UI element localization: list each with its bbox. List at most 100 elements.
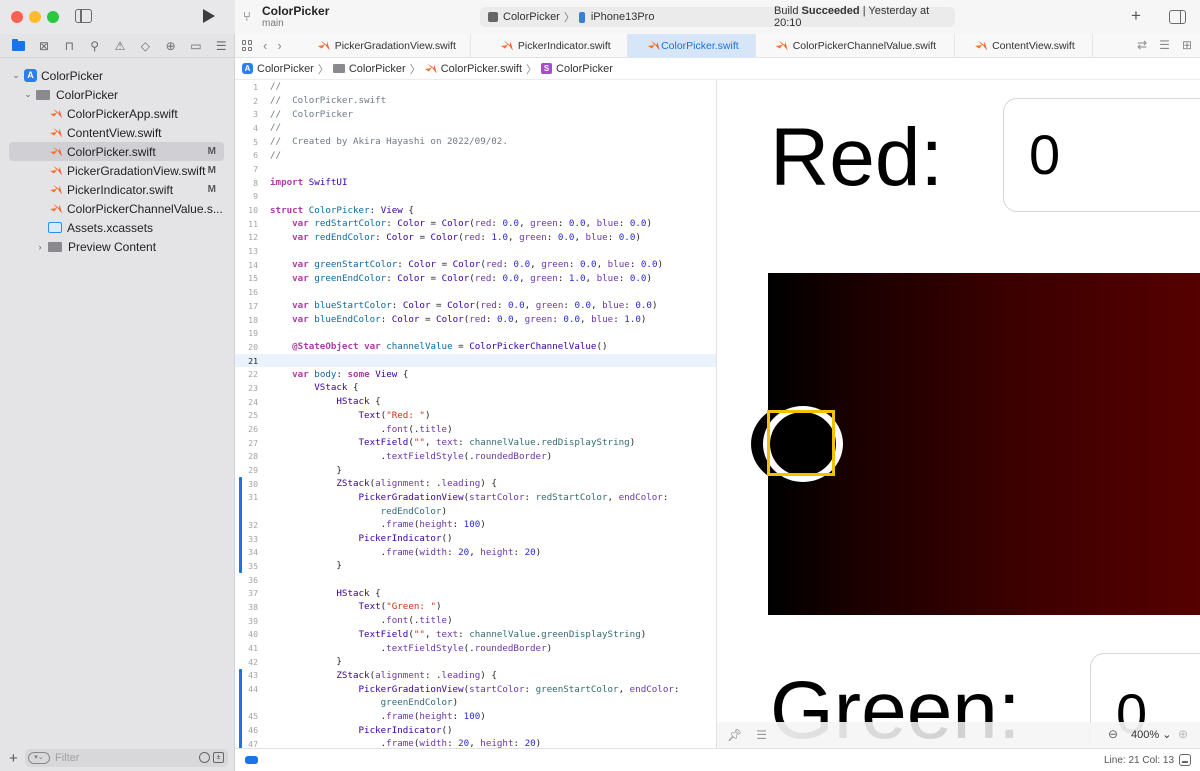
- add-editor-icon[interactable]: ⊞: [1182, 38, 1192, 52]
- code-line[interactable]: 16: [235, 285, 716, 299]
- code-line[interactable]: 8 import SwiftUI: [235, 176, 716, 190]
- zoom-out-icon[interactable]: ⊖: [1108, 727, 1118, 741]
- tree-item-project[interactable]: ⌄ A ColorPicker: [9, 66, 224, 85]
- code-line[interactable]: 11 var redStartColor: Color = Color(red:…: [235, 217, 716, 231]
- variants-icon[interactable]: ☰: [756, 728, 767, 742]
- tree-item-file[interactable]: ColorPickerApp.swift: [9, 104, 224, 123]
- code-line[interactable]: 26 .font(.title): [235, 422, 716, 436]
- tab-color-picker-channel-value[interactable]: ColorPickerChannelValue.swift: [756, 33, 956, 58]
- test-navigator-tab[interactable]: ◇: [133, 37, 158, 55]
- code-line[interactable]: 25 Text("Red: "): [235, 409, 716, 423]
- line-number[interactable]: 25: [235, 410, 264, 420]
- code-line[interactable]: 45 .frame(height: 100): [235, 710, 716, 724]
- code-line[interactable]: 10 struct ColorPicker: View {: [235, 203, 716, 217]
- preview-red-field[interactable]: 0: [1003, 98, 1200, 212]
- line-number[interactable]: 5: [235, 137, 264, 147]
- device-selector[interactable]: iPhone13Pro: [591, 11, 655, 23]
- code-line[interactable]: 6 //: [235, 148, 716, 162]
- code-line[interactable]: 47 .frame(width: 20, height: 20): [235, 737, 716, 748]
- line-number[interactable]: 13: [235, 246, 264, 256]
- line-number[interactable]: 26: [235, 424, 264, 434]
- line-number[interactable]: 21: [235, 356, 264, 366]
- tree-item-file[interactable]: PickerIndicator.swift M: [9, 180, 224, 199]
- code-line[interactable]: 46 PickerIndicator(): [235, 723, 716, 737]
- code-line[interactable]: 33 PickerIndicator(): [235, 532, 716, 546]
- code-line[interactable]: 14 var greenStartColor: Color = Color(re…: [235, 258, 716, 272]
- code-line[interactable]: 4 //: [235, 121, 716, 135]
- line-number[interactable]: 10: [235, 205, 264, 215]
- code-line[interactable]: 23 VStack {: [235, 381, 716, 395]
- code-line[interactable]: 21: [235, 353, 716, 368]
- line-number[interactable]: 8: [235, 178, 264, 188]
- console-toggle-icon[interactable]: [1179, 754, 1191, 766]
- symbol-navigator-tab[interactable]: ⊓: [57, 37, 82, 55]
- breadcrumb-item[interactable]: ColorPicker.swift: [441, 63, 522, 75]
- code-line[interactable]: 3 // ColorPicker: [235, 107, 716, 121]
- line-number[interactable]: 11: [235, 219, 264, 229]
- line-number[interactable]: 19: [235, 328, 264, 338]
- line-number[interactable]: 16: [235, 287, 264, 297]
- code-line[interactable]: 2 // ColorPicker.swift: [235, 94, 716, 108]
- line-number[interactable]: 17: [235, 301, 264, 311]
- preview-canvas[interactable]: Red: 0 Green: 0: [717, 80, 1200, 748]
- editor-options-icon[interactable]: ☰: [1159, 38, 1170, 52]
- breadcrumb-item[interactable]: ColorPicker: [349, 63, 406, 75]
- code-line[interactable]: 37 HStack {: [235, 586, 716, 600]
- tree-item-file[interactable]: ContentView.swift: [9, 123, 224, 142]
- code-line[interactable]: 7: [235, 162, 716, 176]
- line-number[interactable]: 20: [235, 342, 264, 352]
- line-number[interactable]: 37: [235, 588, 264, 598]
- line-number[interactable]: 29: [235, 465, 264, 475]
- code-line[interactable]: 39 .font(.title): [235, 614, 716, 628]
- minimize-window-button[interactable]: [29, 11, 41, 23]
- code-line[interactable]: 27 TextField("", text: channelValue.redD…: [235, 436, 716, 450]
- line-number[interactable]: 36: [235, 575, 264, 585]
- line-number[interactable]: 2: [235, 96, 264, 106]
- inspector-toggle-icon[interactable]: [1169, 10, 1186, 24]
- code-line[interactable]: 18 var blueEndColor: Color = Color(red: …: [235, 313, 716, 327]
- code-line[interactable]: redEndColor): [235, 504, 716, 518]
- change-indicator[interactable]: [239, 477, 242, 573]
- back-arrow-icon[interactable]: ‹: [263, 38, 267, 53]
- line-number[interactable]: 15: [235, 273, 264, 283]
- code-line[interactable]: 24 HStack {: [235, 395, 716, 409]
- line-number[interactable]: 24: [235, 397, 264, 407]
- code-line[interactable]: 35 }: [235, 559, 716, 573]
- tab-color-picker[interactable]: ColorPicker.swift: [627, 33, 756, 58]
- tree-item-file[interactable]: PickerGradationView.swift M: [9, 161, 224, 180]
- forward-arrow-icon[interactable]: ›: [277, 38, 281, 53]
- source-editor[interactable]: 1//2// ColorPicker.swift 3// ColorPicker 4…: [235, 80, 717, 748]
- code-line[interactable]: 19: [235, 326, 716, 340]
- code-line[interactable]: 13: [235, 244, 716, 258]
- line-number[interactable]: 41: [235, 643, 264, 653]
- related-items-icon[interactable]: [242, 40, 253, 51]
- line-number[interactable]: 22: [235, 369, 264, 379]
- line-number[interactable]: 23: [235, 383, 264, 393]
- line-number[interactable]: 7: [235, 164, 264, 174]
- pin-icon[interactable]: 📌︎: [727, 728, 742, 742]
- scheme-selector[interactable]: ColorPicker: [503, 11, 560, 23]
- tree-item-group[interactable]: › Preview Content: [9, 237, 224, 256]
- run-button[interactable]: [203, 9, 215, 23]
- code-line[interactable]: 5 // Created by Akira Hayashi on 2022/09/…: [235, 135, 716, 149]
- project-navigator-tab[interactable]: [6, 37, 31, 55]
- code-line[interactable]: 20 @StateObject var channelValue = Color…: [235, 340, 716, 354]
- tab-picker-indicator[interactable]: PickerIndicator.swift: [471, 33, 628, 58]
- chevron-right-icon[interactable]: ›: [35, 242, 45, 252]
- zoom-window-button[interactable]: [47, 11, 59, 23]
- find-navigator-tab[interactable]: ⚲: [82, 37, 107, 55]
- issue-navigator-tab[interactable]: ⚠: [107, 37, 132, 55]
- close-window-button[interactable]: [11, 11, 23, 23]
- filter-options-icon[interactable]: ▾⌄: [28, 752, 50, 764]
- zoom-level-selector[interactable]: 400% ⌄: [1131, 728, 1171, 741]
- code-line[interactable]: 32 .frame(height: 100): [235, 518, 716, 532]
- add-file-button[interactable]: +: [9, 750, 18, 767]
- code-line[interactable]: 43 ZStack(alignment: .leading) {: [235, 669, 716, 683]
- recent-files-icon[interactable]: [199, 752, 210, 763]
- line-number[interactable]: 27: [235, 438, 264, 448]
- swap-icon[interactable]: ⇄: [1137, 38, 1147, 52]
- code-line[interactable]: 9: [235, 190, 716, 204]
- line-number[interactable]: 1: [235, 82, 264, 92]
- breadcrumb-item[interactable]: ColorPicker: [556, 63, 613, 75]
- line-number[interactable]: 12: [235, 232, 264, 242]
